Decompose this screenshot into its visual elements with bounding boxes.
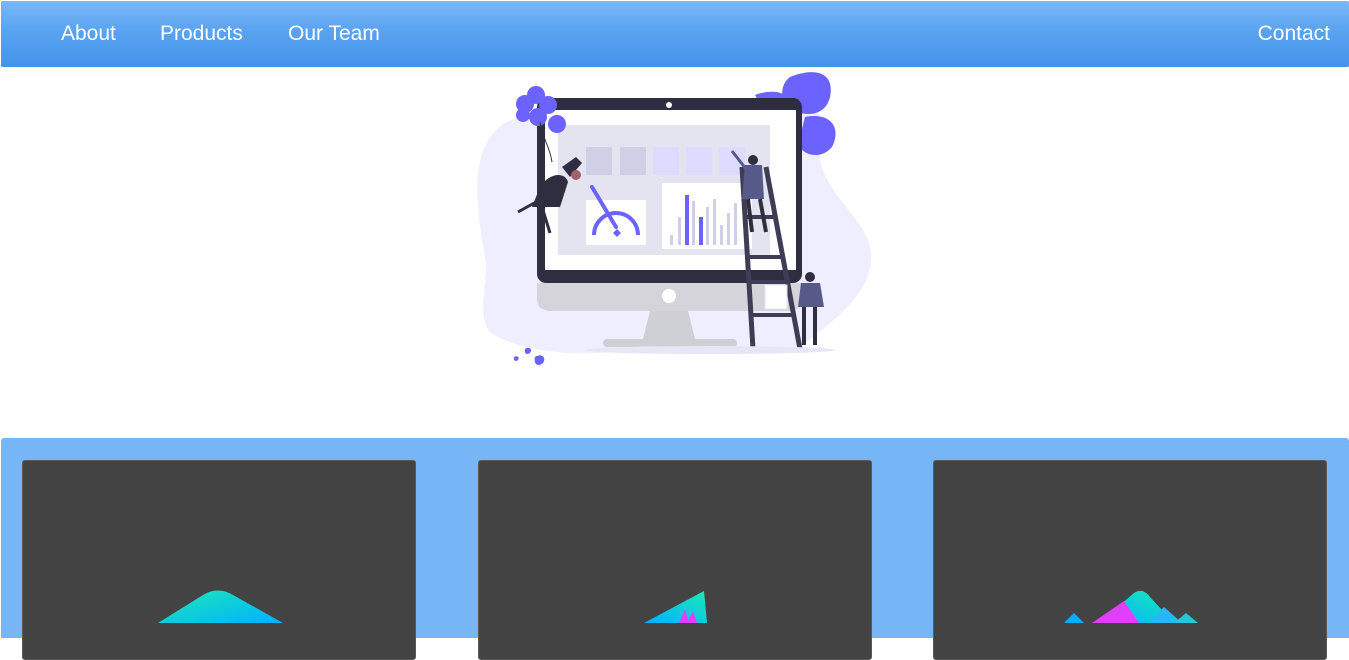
product-3-icon [1064,590,1198,623]
product-1-icon [158,590,283,623]
nav-link-our-team[interactable]: Our Team [288,21,380,47]
product-card-3[interactable] [933,460,1327,660]
product-2-icon [644,591,707,623]
nav-link-contact[interactable]: Contact [1258,21,1330,47]
top-navbar: About Products Our Team Contact [1,1,1349,67]
nav-link-about[interactable]: About [61,21,116,47]
product-card-1[interactable] [22,460,416,660]
product-card-2[interactable] [478,460,872,660]
nav-link-products[interactable]: Products [160,21,243,47]
hero-illustration [470,67,880,377]
products-section [1,438,1349,660]
